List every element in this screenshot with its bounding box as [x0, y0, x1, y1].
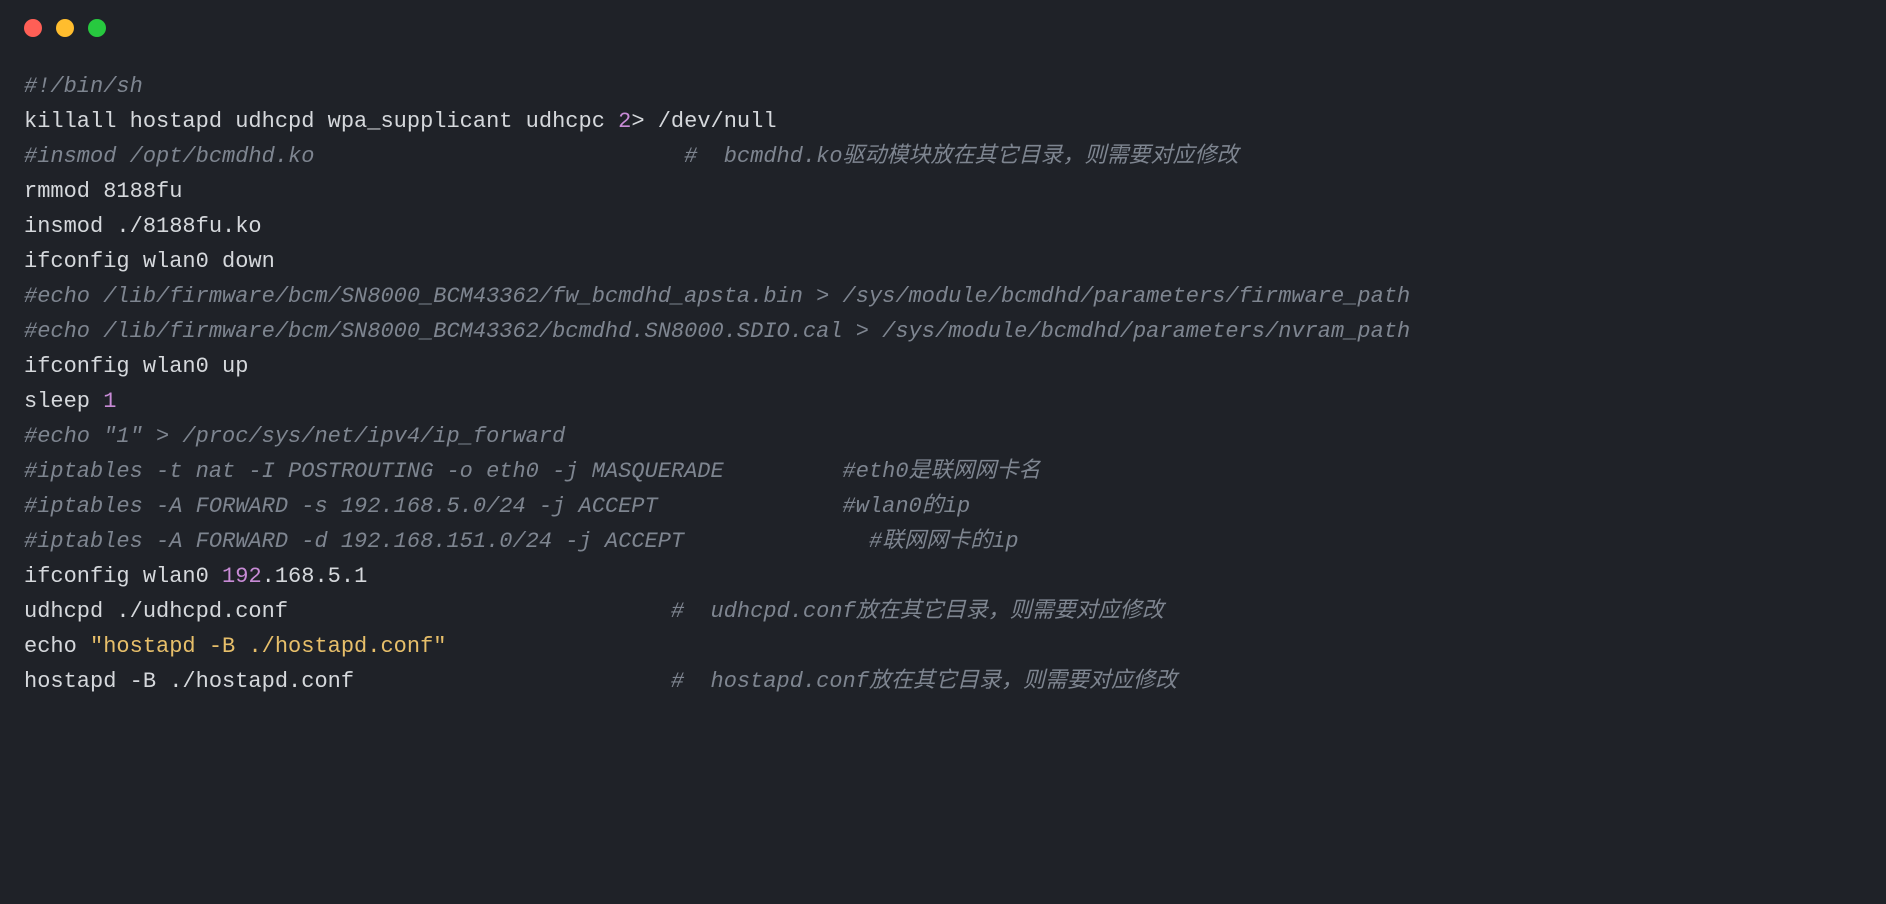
code-segment: ifconfig wlan0	[24, 564, 222, 589]
code-line: #echo /lib/firmware/bcm/SN8000_BCM43362/…	[24, 319, 1410, 344]
code-segment: udhcpd ./udhcpd.conf	[24, 599, 671, 624]
code-segment: #insmod /opt/bcmdhd.ko # bcmdhd.ko驱动模块放在…	[24, 144, 1239, 169]
code-segment: > /dev/null	[631, 109, 776, 134]
code-line: udhcpd ./udhcpd.conf # udhcpd.conf放在其它目录…	[24, 599, 1164, 624]
code-line: killall hostapd udhcpd wpa_supplicant ud…	[24, 109, 777, 134]
code-segment: hostapd -B ./hostapd.conf	[24, 669, 671, 694]
code-segment: #!/bin/sh	[24, 74, 143, 99]
code-segment: #echo /lib/firmware/bcm/SN8000_BCM43362/…	[24, 284, 1410, 309]
code-segment: #iptables -A FORWARD -s 192.168.5.0/24 -…	[24, 494, 970, 519]
code-segment: ifconfig wlan0 down	[24, 249, 275, 274]
code-line: #echo /lib/firmware/bcm/SN8000_BCM43362/…	[24, 284, 1410, 309]
code-segment: .168.5.1	[262, 564, 368, 589]
titlebar	[0, 0, 1886, 55]
terminal-window: #!/bin/sh killall hostapd udhcpd wpa_sup…	[0, 0, 1886, 904]
code-segment: sleep	[24, 389, 103, 414]
code-line: #iptables -t nat -I POSTROUTING -o eth0 …	[24, 459, 1041, 484]
code-segment: #echo "1" > /proc/sys/net/ipv4/ip_forwar…	[24, 424, 565, 449]
code-block[interactable]: #!/bin/sh killall hostapd udhcpd wpa_sup…	[0, 55, 1886, 723]
code-segment: #iptables -t nat -I POSTROUTING -o eth0 …	[24, 459, 1041, 484]
code-line: rmmod 8188fu	[24, 179, 182, 204]
code-segment: # udhcpd.conf放在其它目录，则需要对应修改	[671, 599, 1164, 624]
code-segment: echo	[24, 634, 90, 659]
code-line: ifconfig wlan0 192.168.5.1	[24, 564, 367, 589]
code-line: hostapd -B ./hostapd.conf # hostapd.conf…	[24, 669, 1177, 694]
code-line: echo "hostapd -B ./hostapd.conf"	[24, 634, 446, 659]
code-segment: 192	[222, 564, 262, 589]
code-line: #iptables -A FORWARD -s 192.168.5.0/24 -…	[24, 494, 970, 519]
code-line: #echo "1" > /proc/sys/net/ipv4/ip_forwar…	[24, 424, 565, 449]
code-line: #iptables -A FORWARD -d 192.168.151.0/24…	[24, 529, 1019, 554]
code-line: ifconfig wlan0 up	[24, 354, 248, 379]
code-line: sleep 1	[24, 389, 116, 414]
close-icon[interactable]	[24, 19, 42, 37]
zoom-icon[interactable]	[88, 19, 106, 37]
code-line: ifconfig wlan0 down	[24, 249, 275, 274]
code-segment: # hostapd.conf放在其它目录，则需要对应修改	[671, 669, 1177, 694]
code-segment: insmod ./8188fu.ko	[24, 214, 262, 239]
minimize-icon[interactable]	[56, 19, 74, 37]
code-segment: 1	[103, 389, 116, 414]
code-segment: killall hostapd udhcpd wpa_supplicant ud…	[24, 109, 618, 134]
code-segment: rmmod 8188fu	[24, 179, 182, 204]
code-segment: 2	[618, 109, 631, 134]
code-line: #!/bin/sh	[24, 74, 143, 99]
code-segment: "hostapd -B ./hostapd.conf"	[90, 634, 446, 659]
code-segment: #iptables -A FORWARD -d 192.168.151.0/24…	[24, 529, 1019, 554]
code-line: #insmod /opt/bcmdhd.ko # bcmdhd.ko驱动模块放在…	[24, 144, 1239, 169]
code-segment: ifconfig wlan0 up	[24, 354, 248, 379]
code-line: insmod ./8188fu.ko	[24, 214, 262, 239]
code-segment: #echo /lib/firmware/bcm/SN8000_BCM43362/…	[24, 319, 1410, 344]
